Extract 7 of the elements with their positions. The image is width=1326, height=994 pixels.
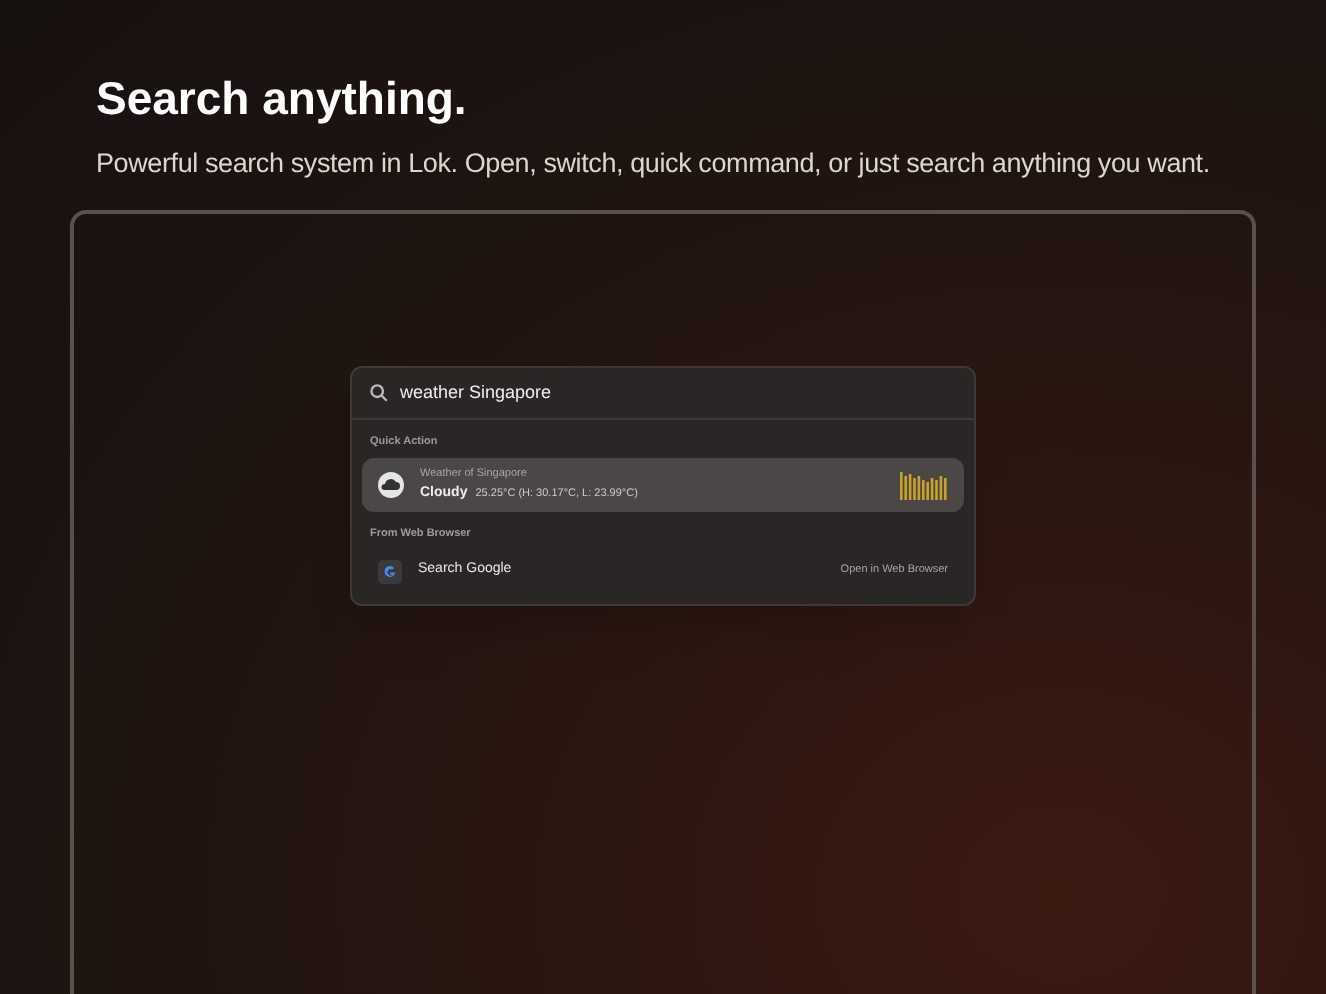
page-subtitle: Powerful search system in Lok. Open, switch, quick command, or just search anything you want.: [96, 145, 1212, 182]
search-field[interactable]: weather Singapore: [352, 368, 974, 420]
cloud-icon: [378, 472, 404, 499]
sparkline-drawing: [900, 471, 948, 500]
page-title: Search anything.: [96, 70, 469, 128]
google-icon: [378, 559, 402, 583]
search-icon: [370, 384, 388, 402]
